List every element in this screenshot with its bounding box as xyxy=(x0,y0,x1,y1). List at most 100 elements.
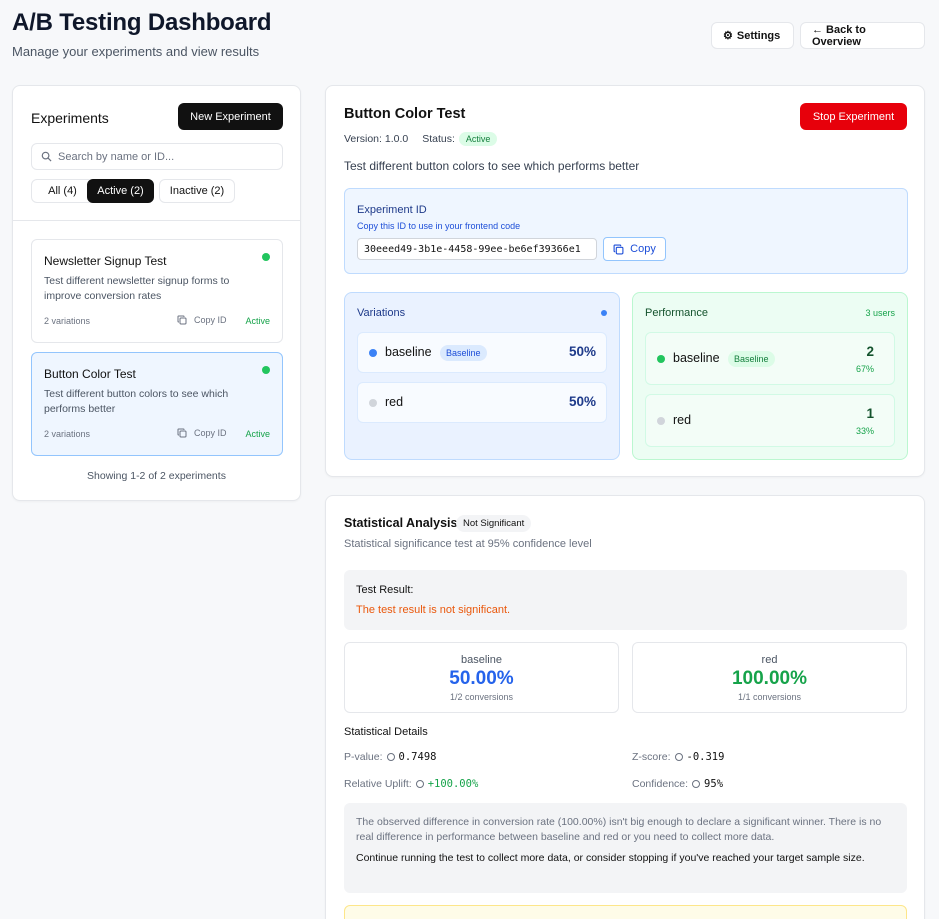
statistical-analysis-panel: Statistical Analysis Not Significant Sta… xyxy=(325,495,925,919)
zscore-stat: Z-score: -0.319 xyxy=(632,751,724,763)
baseline-badge: Baseline xyxy=(440,345,487,361)
variations-indicator-dot xyxy=(601,310,607,316)
explanation-box: The observed difference in conversion ra… xyxy=(344,803,907,893)
metric-conversions: 1/2 conversions xyxy=(449,692,514,702)
experiment-meta: Version: 1.0.0 Status: Active xyxy=(344,132,498,146)
test-result-value: The test result is not significant. xyxy=(356,604,511,616)
zscore-label: Z-score: xyxy=(632,751,671,763)
performance-row: red 1 33% xyxy=(645,394,895,447)
experiment-description: Test different button colors to see whic… xyxy=(44,388,229,415)
warning-box xyxy=(344,905,907,919)
statistical-details-title: Statistical Details xyxy=(344,726,428,738)
baseline-badge: Baseline xyxy=(728,351,775,367)
version-label: Version: 1.0.0 xyxy=(344,133,409,145)
variation-count: 2 variations xyxy=(44,429,91,439)
copy-id-label: Copy ID xyxy=(194,428,227,438)
uplift-stat: Relative Uplift: +100.00% xyxy=(344,778,478,790)
experiment-title: Button Color Test xyxy=(344,106,466,122)
new-experiment-button[interactable]: New Experiment xyxy=(178,103,283,130)
sidebar-title: Experiments xyxy=(31,110,109,126)
experiments-sidebar: Experiments New Experiment All (4) Activ… xyxy=(12,85,301,501)
info-icon[interactable] xyxy=(674,753,683,761)
experiment-description: Test different button colors to see whic… xyxy=(344,159,640,173)
variation-row: red 50% xyxy=(357,382,607,423)
back-to-overview-button[interactable]: ← Back to Overview xyxy=(800,22,925,49)
confidence-value: 95% xyxy=(704,778,724,790)
experiment-card-button-color[interactable]: Button Color Test Test different button … xyxy=(31,352,283,456)
pvalue-value: 0.7498 xyxy=(398,751,437,763)
info-icon[interactable] xyxy=(692,780,701,788)
info-icon[interactable] xyxy=(415,780,424,788)
test-result-box: Test Result: The test result is not sign… xyxy=(344,570,907,630)
experiment-id-title: Experiment ID xyxy=(357,204,427,216)
variation-split: 50% xyxy=(568,344,596,359)
test-result-label: Test Result: xyxy=(356,584,414,596)
search-icon xyxy=(41,151,52,162)
copy-id-label: Copy ID xyxy=(194,315,227,325)
user-count: 3 users xyxy=(865,308,895,318)
copy-id-button[interactable]: Copy ID xyxy=(177,428,227,438)
performance-variation-name: red xyxy=(673,413,692,427)
experiment-detail-panel: Button Color Test Version: 1.0.0 Status:… xyxy=(325,85,925,477)
status-dot xyxy=(262,253,270,261)
variation-count: 2 variations xyxy=(44,316,91,326)
settings-button[interactable]: ⚙ Settings xyxy=(711,22,794,49)
status-label: Active xyxy=(245,429,270,439)
confidence-label: Confidence: xyxy=(632,778,689,790)
page-subtitle: Manage your experiments and view results xyxy=(12,44,260,59)
copy-label: Copy xyxy=(630,243,656,255)
experiment-card-newsletter[interactable]: Newsletter Signup Test Test different ne… xyxy=(31,239,283,343)
metric-card-baseline: baseline 50.00% 1/2 conversions xyxy=(344,642,619,713)
metric-card-red: red 100.00% 1/1 conversions xyxy=(632,642,907,713)
variations-title: Variations xyxy=(357,307,406,319)
performance-title: Performance xyxy=(645,307,708,319)
copy-button[interactable]: Copy xyxy=(603,237,666,261)
copy-icon xyxy=(177,428,187,438)
status-caption: Status: xyxy=(422,133,455,145)
recommendation-text: Continue running the test to collect mor… xyxy=(356,852,865,864)
user-count-value: 2 xyxy=(866,344,874,359)
user-share: 67% xyxy=(855,364,874,374)
search-box[interactable] xyxy=(31,143,283,170)
experiment-id-hint: Copy this ID to use in your frontend cod… xyxy=(357,221,521,231)
copy-icon xyxy=(613,244,624,254)
page-title: A/B Testing Dashboard xyxy=(12,9,272,36)
experiment-id-field[interactable]: 30eeed49-3b1e-4458-99ee-be6ef39366e1 xyxy=(357,238,597,260)
user-count-value: 1 xyxy=(866,406,874,421)
filter-active[interactable]: Active (2) xyxy=(87,179,154,203)
confidence-stat: Confidence: 95% xyxy=(632,778,723,790)
experiment-id-box: Experiment ID Copy this ID to use in you… xyxy=(344,188,908,274)
experiment-name: Button Color Test xyxy=(44,367,136,381)
user-share: 33% xyxy=(855,426,874,436)
variation-dot xyxy=(369,349,377,357)
sidebar-divider xyxy=(13,220,300,221)
copy-id-button[interactable]: Copy ID xyxy=(177,315,227,325)
zscore-value: -0.319 xyxy=(686,751,725,763)
performance-panel: Performance 3 users baseline Baseline 2 … xyxy=(632,292,908,460)
experiment-description: Test different newsletter signup forms t… xyxy=(44,275,230,302)
metric-rate: 100.00% xyxy=(731,668,807,689)
metric-conversions: 1/1 conversions xyxy=(737,692,802,702)
copy-icon xyxy=(177,315,187,325)
pvalue-stat: P-value: 0.7498 xyxy=(344,751,436,763)
gear-icon: ⚙ xyxy=(723,30,733,42)
variation-split: 50% xyxy=(568,394,596,409)
filter-inactive[interactable]: Inactive (2) xyxy=(159,179,235,203)
metric-name: red xyxy=(761,654,778,666)
performance-row: baseline Baseline 2 67% xyxy=(645,332,895,385)
search-input[interactable] xyxy=(58,150,268,163)
variation-name: red xyxy=(385,395,404,409)
stop-experiment-button[interactable]: Stop Experiment xyxy=(800,103,907,130)
metric-rate: 50.00% xyxy=(449,668,514,689)
uplift-value: +100.00% xyxy=(427,778,479,790)
uplift-label: Relative Uplift: xyxy=(344,778,412,790)
metric-name: baseline xyxy=(461,654,502,666)
experiment-name: Newsletter Signup Test xyxy=(44,254,167,268)
info-icon[interactable] xyxy=(386,753,395,761)
variations-panel: Variations baseline Baseline 50% red 50% xyxy=(344,292,620,460)
performance-dot xyxy=(657,355,665,363)
settings-label: Settings xyxy=(736,29,781,42)
variation-dot xyxy=(369,399,377,407)
filter-all[interactable]: All (4) xyxy=(31,179,94,203)
status-badge: Active xyxy=(458,132,498,146)
